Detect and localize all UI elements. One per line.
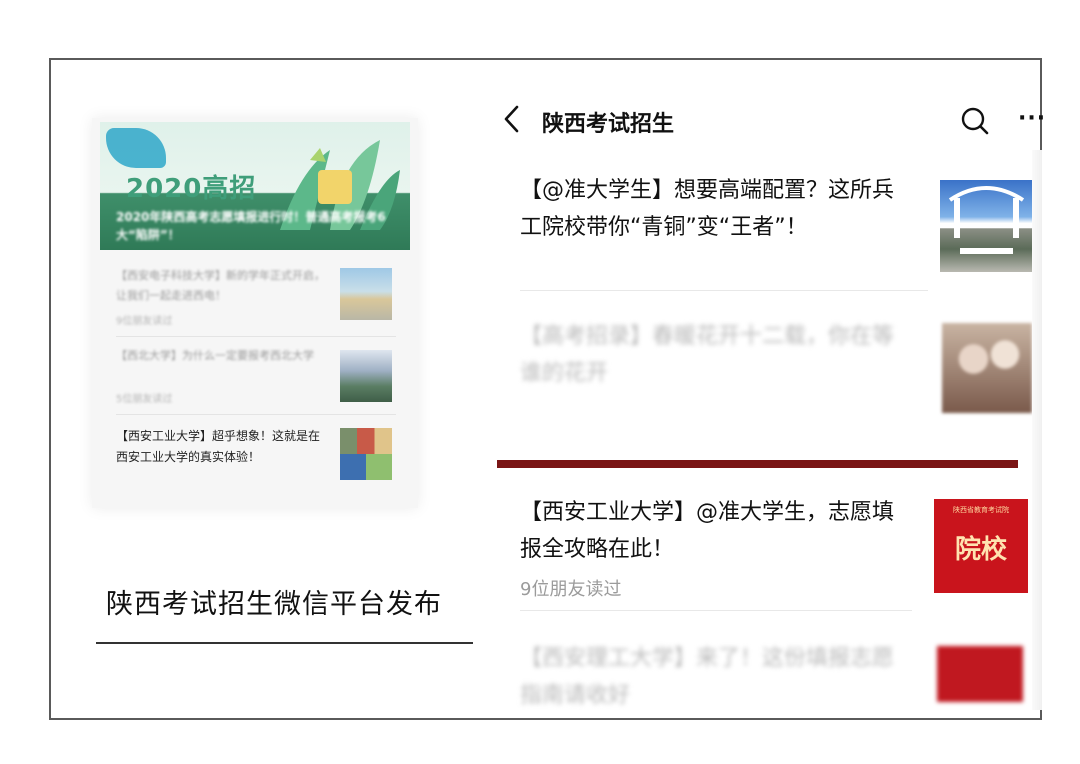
- article-thumbnail[interactable]: [940, 180, 1033, 272]
- page-edge-shadow: [1032, 150, 1042, 710]
- article-title[interactable]: 【高考招录】春暖花开十二载，你在等谁的花开: [520, 318, 910, 392]
- item-title: 【西北大学】为什么一定要报考西北大学: [116, 349, 314, 362]
- divider: [116, 336, 396, 337]
- item-title: 【西安电子科技大学】新的学年正式开启，让我们一起走进西电！: [116, 269, 325, 302]
- article-title[interactable]: 【西安工业大学】@准大学生，志愿填报全攻略在此！: [520, 494, 910, 568]
- divider: [520, 610, 912, 611]
- article-thumbnail[interactable]: 陕西省教育考试院 院校: [934, 499, 1028, 593]
- highlight-divider-bar: [497, 460, 1018, 468]
- caption-underline: [96, 642, 473, 644]
- thumbnail-image: [340, 428, 392, 480]
- gate-illustration: [948, 186, 1025, 254]
- seal-caption: 陕西省教育考试院: [953, 506, 1009, 514]
- banner-year: 2020高招: [126, 174, 257, 204]
- caption-text: 陕西考试招生微信平台发布: [106, 589, 442, 620]
- divider: [116, 414, 396, 415]
- list-item[interactable]: 【西北大学】为什么一定要报考西北大学 5位朋友读过: [108, 346, 404, 406]
- item-meta: 5位朋友读过: [116, 394, 173, 405]
- article-thumbnail[interactable]: [937, 646, 1023, 702]
- more-icon[interactable]: ···: [1018, 106, 1046, 131]
- search-icon[interactable]: [960, 106, 990, 136]
- banner-image[interactable]: 2020高招 2020年陕西高考志愿填报进行时！普通高考报考6大“陷阱”！: [100, 122, 410, 250]
- list-item[interactable]: 【西安工业大学】超乎想象！这就是在西安工业大学的真实体验！: [108, 426, 404, 486]
- left-article-preview: 2020高招 2020年陕西高考志愿填报进行时！普通高考报考6大“陷阱”！ 【西…: [92, 118, 418, 508]
- item-title: 【西安工业大学】超乎想象！这就是在西安工业大学的真实体验！: [116, 429, 321, 464]
- banner-title: 2020年陕西高考志愿填报进行时！普通高考报考6大“陷阱”！: [116, 210, 386, 242]
- list-item[interactable]: 【西安电子科技大学】新的学年正式开启，让我们一起走进西电！ 9位朋友读过: [108, 266, 404, 327]
- read-count: 9位朋友读过: [520, 579, 622, 600]
- brush-decoration: [106, 128, 166, 168]
- divider: [520, 290, 928, 291]
- account-title: 陕西考试招生: [542, 112, 675, 137]
- article-title[interactable]: 【西安理工大学】来了！这份填报志愿指南请收好: [520, 640, 910, 714]
- article-thumbnail[interactable]: [942, 323, 1032, 413]
- back-arrow-icon[interactable]: [502, 104, 522, 134]
- seal-main-text: 院校: [954, 535, 1007, 565]
- thumbnail-image: [340, 268, 392, 320]
- thumbnail-image: [340, 350, 392, 402]
- article-title[interactable]: 【@准大学生】想要高端配置？这所兵工院校带你“青铜”变“王者”！: [520, 172, 910, 246]
- item-meta: 9位朋友读过: [116, 316, 173, 327]
